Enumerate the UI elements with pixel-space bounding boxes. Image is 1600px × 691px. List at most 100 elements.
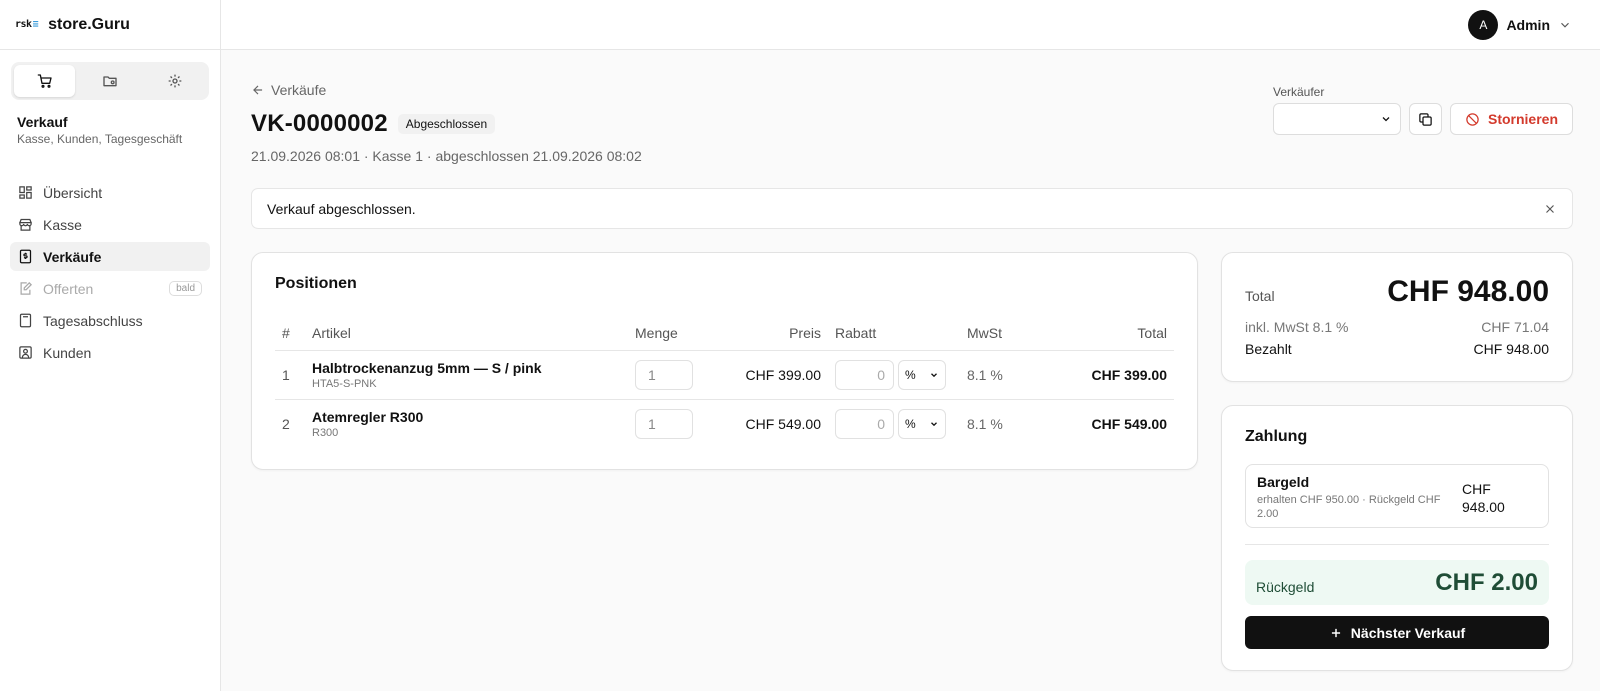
sidebar-item-kasse[interactable]: Kasse bbox=[10, 210, 210, 239]
payment-title: Zahlung bbox=[1245, 428, 1308, 445]
col-article: Artikel bbox=[305, 316, 628, 351]
alert-message: Verkauf abgeschlossen. bbox=[267, 200, 416, 217]
discount-input[interactable]: 0 bbox=[835, 408, 894, 439]
back-link-label: Verkäufe bbox=[271, 82, 327, 98]
change-label: Rückgeld bbox=[1256, 578, 1315, 595]
col-num: # bbox=[275, 316, 305, 351]
row-article: Atemregler R300 R300 bbox=[305, 399, 628, 448]
sidebar-item-label: Tagesabschluss bbox=[43, 312, 143, 329]
sidebar-item-label: Kasse bbox=[43, 216, 82, 233]
sidebar-section-title: Verkauf bbox=[17, 114, 68, 130]
sidebar-item-label: Übersicht bbox=[43, 184, 103, 201]
contact-icon bbox=[19, 346, 32, 359]
discount-input[interactable]: 0 bbox=[835, 359, 894, 390]
table-header-row: # Artikel Menge Preis Rabatt MwSt Total bbox=[275, 316, 1174, 351]
page-content: Verkäufe VK-0000002 Abgeschlossen 21.09.… bbox=[221, 82, 1600, 671]
article-sku: R300 bbox=[312, 426, 339, 439]
sidebar-item-uebersicht[interactable]: Übersicht bbox=[10, 178, 210, 207]
article-sku: HTA5-S-PNK bbox=[312, 377, 377, 390]
change-box: Rückgeld CHF 2.00 bbox=[1245, 560, 1549, 605]
row-num: 2 bbox=[282, 415, 290, 432]
cancel-sale-button[interactable]: Stornieren bbox=[1449, 103, 1573, 135]
row-discount: 0 % bbox=[828, 350, 960, 400]
calculator-icon bbox=[19, 313, 32, 328]
sidebar-section-subtitle: Kasse, Kunden, Tagesgeschäft bbox=[17, 132, 183, 146]
vat-row: inkl. MwSt 8.1 % CHF 71.04 bbox=[1245, 319, 1549, 335]
sale-meta: 21.09.2026 08:01 · Kasse 1 · abgeschloss… bbox=[251, 148, 642, 164]
topbar: A Admin bbox=[221, 0, 1600, 50]
soon-badge: bald bbox=[169, 281, 202, 296]
folder-icon bbox=[103, 76, 117, 87]
positions-card: Positionen # Artikel Menge Preis Rabatt … bbox=[251, 252, 1198, 470]
next-sale-button[interactable]: Nächster Verkauf bbox=[1245, 616, 1549, 649]
total-value: CHF 948.00 bbox=[1387, 275, 1549, 308]
paid-label: Bezahlt bbox=[1245, 341, 1292, 357]
brand-name: store.Guru bbox=[48, 15, 130, 33]
payment-method: Bargeld bbox=[1257, 474, 1310, 490]
quantity-input[interactable]: 1 bbox=[635, 408, 693, 439]
paid-row: Bezahlt CHF 948.00 bbox=[1245, 341, 1549, 357]
positions-table: # Artikel Menge Preis Rabatt MwSt Total bbox=[275, 316, 1174, 448]
chevron-down-icon bbox=[1382, 117, 1390, 122]
article-name: Halbtrockenanzug 5mm — S / pink bbox=[312, 359, 542, 376]
col-vat: MwSt bbox=[960, 316, 1028, 351]
header-actions: Verkäufer Stornieren bbox=[1272, 85, 1573, 135]
seller-select[interactable] bbox=[1272, 103, 1401, 135]
sidebar-item-tagesabschluss[interactable]: Tagesabschluss bbox=[10, 306, 210, 335]
totals-card: Total CHF 948.00 inkl. MwSt 8.1 % CHF 71… bbox=[1221, 252, 1573, 382]
close-icon[interactable] bbox=[1543, 202, 1557, 216]
change-amount: CHF 2.00 bbox=[1435, 568, 1538, 596]
page-title: VK-0000002 bbox=[251, 110, 388, 137]
row-total: CHF 549.00 bbox=[1091, 415, 1167, 432]
divider bbox=[1245, 544, 1549, 545]
row-vat: 8.1 % bbox=[960, 350, 1028, 400]
seller-label: Verkäufer bbox=[1272, 85, 1325, 99]
discount-type-select[interactable]: % bbox=[898, 408, 946, 439]
row-total: CHF 399.00 bbox=[1028, 350, 1174, 400]
brand-logo: rsk ≡ bbox=[15, 19, 39, 30]
success-alert: Verkauf abgeschlossen. bbox=[251, 188, 1573, 229]
sidebar-item-label: Kunden bbox=[43, 344, 92, 361]
mode-inventory-button[interactable] bbox=[79, 65, 140, 97]
row-article: Halbtrockenanzug 5mm — S / pink HTA5-S-P… bbox=[305, 350, 628, 400]
copy-icon bbox=[1419, 112, 1432, 126]
quantity-input[interactable]: 1 bbox=[635, 359, 693, 390]
sidebar-item-verkaeufe[interactable]: Verkäufe bbox=[10, 242, 210, 271]
store-icon bbox=[19, 218, 32, 231]
row-price: CHF 399.00 bbox=[708, 350, 828, 400]
sidebar-nav: Übersicht Kasse Verkäufe Offerten bald T… bbox=[0, 178, 220, 367]
chevron-down-icon[interactable] bbox=[1558, 18, 1572, 32]
row-price: CHF 549.00 bbox=[745, 415, 821, 432]
user-name[interactable]: Admin bbox=[1506, 17, 1550, 33]
paid-value: CHF 948.00 bbox=[1473, 341, 1549, 357]
cancel-sale-label: Stornieren bbox=[1487, 111, 1558, 127]
arrow-left-icon bbox=[253, 85, 263, 95]
row-qty: 1 bbox=[628, 350, 708, 400]
col-discount: Rabatt bbox=[828, 316, 960, 351]
copy-button[interactable] bbox=[1408, 103, 1442, 135]
sidebar-item-label: Verkäufe bbox=[43, 248, 102, 265]
sidebar: rsk ≡ store.Guru Verkauf Kasse, Kunden, T… bbox=[0, 0, 221, 691]
next-sale-label: Nächster Verkauf bbox=[1350, 624, 1466, 641]
seller-field: Verkäufer bbox=[1272, 85, 1401, 135]
mode-settings-button[interactable] bbox=[145, 65, 206, 97]
col-total: Total bbox=[1028, 316, 1174, 351]
avatar[interactable]: A bbox=[1468, 9, 1499, 40]
chevron-down-icon bbox=[931, 372, 937, 377]
row-num: 1 bbox=[275, 350, 305, 400]
content-grid: Positionen # Artikel Menge Preis Rabatt … bbox=[251, 252, 1573, 671]
mode-sales-button[interactable] bbox=[14, 65, 76, 97]
sidebar-item-kunden[interactable]: Kunden bbox=[10, 338, 210, 367]
mode-switcher bbox=[11, 62, 209, 100]
dashboard-icon bbox=[19, 186, 32, 199]
edit-document-icon bbox=[20, 281, 33, 295]
total-label: Total bbox=[1245, 288, 1275, 304]
discount-type-select[interactable]: % bbox=[898, 359, 946, 390]
status-badge: Abgeschlossen bbox=[397, 114, 496, 134]
payment-item: Bargeld erhalten CHF 950.00 · Rückgeld C… bbox=[1245, 464, 1549, 528]
payment-card: Zahlung Bargeld erhalten CHF 950.00 · Rü… bbox=[1221, 405, 1573, 671]
discount-type-value: % bbox=[905, 367, 916, 382]
positions-title: Positionen bbox=[275, 275, 357, 292]
receipt-icon bbox=[19, 249, 32, 264]
table-row: 2 Atemregler R300 R300 1 CHF 549.00 0 % … bbox=[275, 399, 1174, 448]
